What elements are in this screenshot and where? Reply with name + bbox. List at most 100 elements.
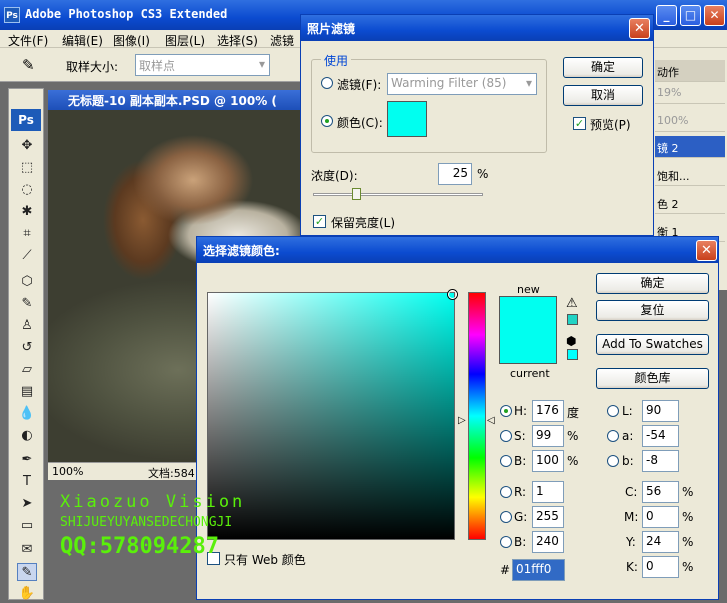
sample-size-select[interactable]: 取样点 ▾ bbox=[135, 54, 270, 76]
dodge-tool-icon[interactable]: ◐ bbox=[17, 427, 37, 445]
hex-input[interactable]: 01fff0 bbox=[512, 559, 565, 581]
density-slider-track[interactable] bbox=[313, 193, 483, 196]
web-safe-swatch[interactable] bbox=[567, 349, 578, 360]
layer-item[interactable]: 饱和... bbox=[655, 164, 725, 186]
eyedropper-tool-icon[interactable]: ✎ bbox=[17, 563, 37, 581]
layer-item[interactable]: 镜 2 bbox=[655, 136, 725, 158]
cancel-button[interactable]: 取消 bbox=[563, 85, 643, 106]
reset-button[interactable]: 复位 bbox=[596, 300, 709, 321]
menu-image[interactable]: 图像(I) bbox=[113, 32, 150, 49]
ok-button[interactable]: 确定 bbox=[596, 273, 709, 294]
color-libraries-button[interactable]: 颜色库 bbox=[596, 368, 709, 389]
type-tool-icon[interactable]: T bbox=[17, 473, 37, 491]
app-title: Adobe Photoshop CS3 Extended bbox=[25, 7, 228, 21]
menu-layer[interactable]: 图层(L) bbox=[165, 32, 205, 49]
ps-badge-icon: Ps bbox=[11, 109, 41, 131]
hand-tool-icon[interactable]: ✋ bbox=[17, 585, 37, 603]
marquee-tool-icon[interactable]: ⬚ bbox=[17, 159, 37, 177]
add-to-swatches-button[interactable]: Add To Swatches bbox=[596, 334, 709, 355]
preserve-luminosity-label: 保留亮度(L) bbox=[331, 216, 396, 230]
cyan-input[interactable]: 56 bbox=[642, 481, 679, 503]
clone-stamp-icon[interactable]: ♙ bbox=[17, 317, 37, 335]
toolbox: Ps ✥ ⬚ ◌ ✱ ⌗ ⟋ ⬡ ✎ ♙ ↺ ▱ ▤ 💧 ◐ ✒ T ➤ ▭ ✉… bbox=[8, 88, 44, 603]
healing-brush-icon[interactable]: ⬡ bbox=[17, 273, 37, 291]
hue-slider-right-arrow-icon[interactable]: ◁ bbox=[487, 415, 495, 426]
menu-select[interactable]: 选择(S) bbox=[217, 32, 258, 49]
preserve-luminosity-checkbox[interactable]: ✓ bbox=[313, 215, 326, 228]
filter-color-swatch[interactable] bbox=[387, 101, 427, 137]
lab-l-input[interactable]: 90 bbox=[642, 400, 679, 422]
filter-radio[interactable] bbox=[321, 77, 333, 89]
green-radio[interactable] bbox=[500, 511, 512, 523]
red-input[interactable]: 1 bbox=[532, 481, 564, 503]
lasso-tool-icon[interactable]: ◌ bbox=[17, 181, 37, 199]
menu-filter[interactable]: 滤镜 bbox=[270, 32, 294, 49]
menu-file[interactable]: 文件(F) bbox=[8, 32, 48, 49]
use-group-label: 使用 bbox=[321, 52, 352, 69]
filter-select[interactable]: Warming Filter (85) ▾ bbox=[387, 73, 537, 95]
red-label: R: bbox=[514, 485, 527, 499]
blur-tool-icon[interactable]: 💧 bbox=[17, 405, 37, 423]
yellow-input[interactable]: 24 bbox=[642, 531, 679, 553]
notes-tool-icon[interactable]: ✉ bbox=[17, 541, 37, 559]
density-label: 浓度(D): bbox=[311, 169, 358, 183]
color-picker-title: 选择滤镜颜色: bbox=[197, 237, 718, 263]
density-input[interactable]: 25 bbox=[438, 163, 472, 185]
web-safe-cube-icon[interactable]: ⬢ bbox=[566, 334, 576, 348]
tab-actions[interactable]: 动作 bbox=[655, 60, 725, 82]
hue-input[interactable]: 176 bbox=[532, 400, 564, 422]
zoom-value[interactable]: 100% bbox=[52, 465, 83, 478]
menu-edit[interactable]: 编辑(E) bbox=[62, 32, 103, 49]
move-tool-icon[interactable]: ✥ bbox=[17, 137, 37, 155]
filter-select-value: Warming Filter (85) bbox=[391, 76, 507, 90]
lab-a-label: a: bbox=[622, 429, 634, 443]
eyedropper-icon[interactable]: ✎ bbox=[22, 56, 35, 74]
red-radio[interactable] bbox=[500, 486, 512, 498]
hue-radio[interactable] bbox=[500, 405, 512, 417]
path-select-icon[interactable]: ➤ bbox=[17, 495, 37, 513]
hue-slider[interactable] bbox=[468, 292, 486, 540]
maximize-icon[interactable]: □ bbox=[680, 5, 701, 26]
lab-b-radio[interactable] bbox=[607, 455, 619, 467]
magenta-input[interactable]: 0 bbox=[642, 506, 679, 528]
sample-size-label: 取样大小: bbox=[66, 60, 119, 74]
slice-tool-icon[interactable]: ⟋ bbox=[17, 247, 37, 265]
green-input[interactable]: 255 bbox=[532, 506, 564, 528]
blue-radio[interactable] bbox=[500, 536, 512, 548]
color-radio[interactable] bbox=[321, 115, 333, 127]
close-icon[interactable]: ✕ bbox=[704, 5, 725, 26]
blue-input[interactable]: 240 bbox=[532, 531, 564, 553]
crop-tool-icon[interactable]: ⌗ bbox=[17, 225, 37, 243]
lab-l-radio[interactable] bbox=[607, 405, 619, 417]
lab-a-radio[interactable] bbox=[607, 430, 619, 442]
lab-b-input[interactable]: -8 bbox=[642, 450, 679, 472]
density-slider-thumb[interactable] bbox=[351, 188, 361, 200]
pen-tool-icon[interactable]: ✒ bbox=[17, 451, 37, 469]
opacity-field[interactable]: 19% bbox=[655, 82, 725, 104]
out-of-gamut-warning-icon[interactable]: ⚠ bbox=[566, 296, 578, 311]
minimize-icon[interactable]: _ bbox=[656, 5, 677, 26]
saturation-radio[interactable] bbox=[500, 430, 512, 442]
hue-slider-left-arrow-icon[interactable]: ▷ bbox=[458, 415, 466, 426]
current-color-swatch[interactable] bbox=[499, 332, 557, 364]
preview-checkbox[interactable]: ✓ bbox=[573, 117, 586, 130]
brush-tool-icon[interactable]: ✎ bbox=[17, 295, 37, 313]
shape-tool-icon[interactable]: ▭ bbox=[17, 517, 37, 535]
brightness-radio[interactable] bbox=[500, 455, 512, 467]
green-label: G: bbox=[514, 510, 528, 524]
fill-field[interactable]: 100% bbox=[655, 110, 725, 132]
layer-item[interactable]: 色 2 bbox=[655, 192, 725, 214]
lab-a-input[interactable]: -54 bbox=[642, 425, 679, 447]
gradient-tool-icon[interactable]: ▤ bbox=[17, 383, 37, 401]
gamut-swatch[interactable] bbox=[567, 314, 578, 325]
color-field-cursor[interactable] bbox=[448, 290, 457, 299]
saturation-input[interactable]: 99 bbox=[532, 425, 564, 447]
magic-wand-icon[interactable]: ✱ bbox=[17, 203, 37, 221]
close-icon[interactable]: ✕ bbox=[629, 18, 650, 39]
brightness-input[interactable]: 100 bbox=[532, 450, 564, 472]
ok-button[interactable]: 确定 bbox=[563, 57, 643, 78]
history-brush-icon[interactable]: ↺ bbox=[17, 339, 37, 357]
eraser-icon[interactable]: ▱ bbox=[17, 361, 37, 379]
close-icon[interactable]: ✕ bbox=[696, 240, 717, 261]
black-input[interactable]: 0 bbox=[642, 556, 679, 578]
